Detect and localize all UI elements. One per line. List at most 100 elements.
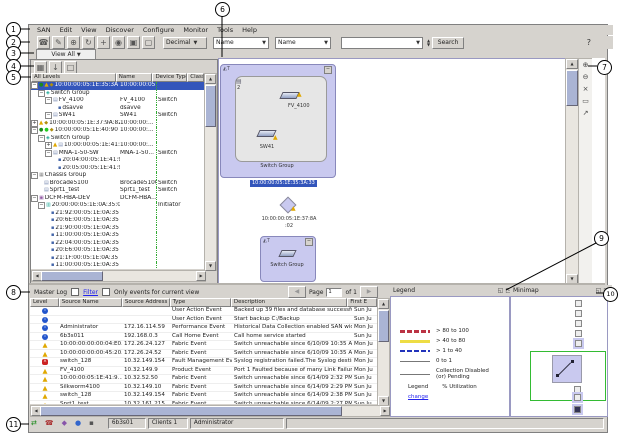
expand-icon[interactable]: × <box>581 85 590 94</box>
table-row[interactable]: ▲Sprt1_test10.32.161.215Fabric EventSwit… <box>30 401 377 405</box>
name-combo-1[interactable]: Name ▼ <box>213 37 269 49</box>
attach-icon[interactable]: ◱ <box>498 287 504 294</box>
menu-configure[interactable]: Configure <box>143 26 175 34</box>
column-header-description[interactable]: Description <box>231 298 347 307</box>
tree-row[interactable]: ▪20:6E:00:05:1E:0A:35 <box>31 217 204 225</box>
tree-hscroll-thumb[interactable] <box>41 271 103 281</box>
column-header-level[interactable]: Level <box>30 298 59 307</box>
help-icon[interactable]: ? <box>587 38 591 47</box>
column-header-source-name[interactable]: Source Name <box>59 298 122 307</box>
scroll-up-icon[interactable]: ▲ <box>205 74 216 84</box>
tree-row[interactable]: −▣DCFM-HBA-DEVDCFM-HBA... <box>31 195 204 203</box>
minimap-node[interactable] <box>575 330 582 337</box>
tree-row[interactable]: −▤MNA-1-50-SWMNA-1-50...Switch <box>31 150 204 158</box>
tree-row[interactable]: ▪21:90:00:05:1E:0A:35 <box>31 225 204 233</box>
tree-row[interactable]: ▪dsavvedsavve <box>31 105 204 113</box>
table-row[interactable]: iUser Action EventBacked up 39 files and… <box>30 307 377 316</box>
scroll-right-icon[interactable]: ▶ <box>196 271 206 281</box>
minimap-node-selected[interactable] <box>575 340 582 347</box>
column-header-first-event[interactable]: First E <box>347 298 377 307</box>
table-row[interactable]: ▲10:00:00:05:1E:41:9...10.32.52.50Fabric… <box>30 375 377 384</box>
menu-help[interactable]: Help <box>242 26 257 34</box>
column-header-device-type[interactable]: Device Type <box>152 73 187 82</box>
tree-row[interactable]: −◈Switch Group <box>31 135 204 143</box>
tree-row[interactable]: ▪11:00:00:05:1E:0A:35 <box>31 262 204 269</box>
scroll-up-icon[interactable]: ▲ <box>378 299 389 309</box>
minimap-node[interactable] <box>575 320 582 327</box>
search-spinner[interactable]: ▲ ▼ <box>427 39 430 47</box>
tree-row[interactable]: ▪22:04:00:05:1E:0A:35 <box>31 240 204 248</box>
menu-view[interactable]: View <box>81 26 96 34</box>
tree-row[interactable]: +▲▤10:00:00:05:1E:41:9A:8510:00:00:... <box>31 142 204 150</box>
attach-icon[interactable]: ◱ <box>596 287 602 294</box>
menu-edit[interactable]: Edit <box>60 26 73 34</box>
minimap-fabric-node[interactable] <box>552 355 582 383</box>
expand-toggle[interactable]: + <box>31 120 38 127</box>
filter-link[interactable]: Filter <box>83 289 98 296</box>
tree-row[interactable]: −▤FV_4100FV_4100Switch <box>31 97 204 105</box>
log-scroll-thumb[interactable] <box>378 310 389 342</box>
selected-fabric-label[interactable]: 10:00:00:05:1E:35:3A:33 <box>250 180 317 187</box>
tree-vertical-scrollbar[interactable]: ▲ ▼ <box>204 73 217 271</box>
map-vertical-scrollbar[interactable]: ▲ ▼ <box>565 58 579 285</box>
collapse-toggle[interactable]: − <box>31 172 38 179</box>
collapse-toggle[interactable]: − <box>31 195 38 202</box>
zoom-tool-icon[interactable]: ▣ <box>127 36 140 49</box>
collapse-toggle[interactable]: − <box>38 135 45 142</box>
collapse-group-button[interactable]: − <box>324 66 332 74</box>
decimal-dropdown[interactable]: Decimal ▼ <box>163 37 207 49</box>
tree-row[interactable]: ▪21:1F:00:05:1E:0A:35 <box>31 255 204 263</box>
collapse-toggle[interactable]: − <box>38 202 45 209</box>
page-input[interactable] <box>326 288 342 297</box>
menu-tools[interactable]: Tools <box>217 26 233 34</box>
menu-monitor[interactable]: Monitor <box>183 26 208 34</box>
log-vertical-scrollbar[interactable]: ▲ ▼ <box>377 298 390 406</box>
name-combo-2[interactable]: Name ▼ <box>275 37 331 49</box>
tree-row[interactable]: −◈Switch Group <box>31 90 204 98</box>
column-header-type[interactable]: Type <box>170 298 231 307</box>
refresh-icon[interactable]: ↻ <box>82 36 95 49</box>
launch-icon[interactable]: ☎ <box>37 36 50 49</box>
table-row[interactable]: ▲10:00:00:00:00:04:E0...172.26.24.127Fab… <box>30 341 377 350</box>
prev-page-button[interactable]: ◀ <box>288 286 306 298</box>
export-icon[interactable]: ↗ <box>581 109 590 118</box>
legend-change-link[interactable]: change <box>408 394 428 400</box>
expand-toggle[interactable]: + <box>45 142 52 149</box>
snapshot-icon[interactable]: ◉ <box>112 36 125 49</box>
tree-row[interactable]: −▥20:00:00:05:1E:0A:35:0EInitiator <box>31 202 204 210</box>
log-hscroll-thumb[interactable] <box>40 406 342 416</box>
menu-san[interactable]: SAN <box>37 26 51 34</box>
tree-row[interactable]: −●●◆10:00:00:05:1E:40:9010:00:00:... <box>31 127 204 135</box>
collapse-toggle[interactable]: − <box>31 82 38 89</box>
table-row[interactable]: ×switch_12810.32.149.154Fault Management… <box>30 358 377 367</box>
tree-row[interactable]: ▤Brocade5100Brocade5100Switch <box>31 180 204 188</box>
scroll-right-icon[interactable]: ▶ <box>380 406 390 416</box>
tree-row[interactable]: −●▲◆10:00:00:05:1E:35:3A10:00:00:05... <box>31 82 204 90</box>
spinner-down-icon[interactable]: ▼ <box>427 43 430 47</box>
next-page-button[interactable]: ▶ <box>360 286 378 298</box>
collapse-toggle[interactable]: − <box>45 150 52 157</box>
tree-row[interactable]: ▤Sprt1_testSprt1_testSwitch <box>31 187 204 195</box>
zoom-in-icon[interactable]: ⊕ <box>581 61 590 70</box>
table-row[interactable]: ▲10:00:00:00:00:45:20...172.26.24.52Fabr… <box>30 350 377 359</box>
copy-icon[interactable]: ▢ <box>142 36 155 49</box>
minimap-node-selected[interactable] <box>574 406 581 413</box>
zoom-out-icon[interactable]: ⊖ <box>581 73 590 82</box>
tree-row[interactable]: ▪20:05:00:05:1E:41:9A <box>31 165 204 173</box>
collapse-toggle[interactable]: − <box>38 90 45 97</box>
collapse-toggle[interactable]: − <box>45 112 52 119</box>
table-row[interactable]: iAdministrator172.16.114.59Performance E… <box>30 324 377 333</box>
search-combo[interactable]: ▼ <box>341 37 423 49</box>
menu-discover[interactable]: Discover <box>106 26 134 34</box>
fit-view-icon[interactable]: ▭ <box>581 97 590 106</box>
tree-row[interactable]: −▤SW41SW41Switch <box>31 112 204 120</box>
minimap-node[interactable] <box>574 386 581 393</box>
table-row[interactable]: ▲FV_410010.32.149.9Product EventPort 1 F… <box>30 367 377 376</box>
tree-row[interactable]: ▪21:92:00:05:1E:0A:35 <box>31 210 204 218</box>
table-row[interactable]: i6b3s011192.168.0.3Call Home EventCall h… <box>30 333 377 342</box>
column-header-all-levels[interactable]: All Levels <box>31 73 116 82</box>
table-row[interactable]: ▲switch_12810.32.149.154Fabric EventSwit… <box>30 392 377 401</box>
column-header-class[interactable]: Class <box>187 73 204 82</box>
column-header-name[interactable]: Name <box>116 73 153 82</box>
map-scroll-thumb[interactable] <box>566 70 578 106</box>
